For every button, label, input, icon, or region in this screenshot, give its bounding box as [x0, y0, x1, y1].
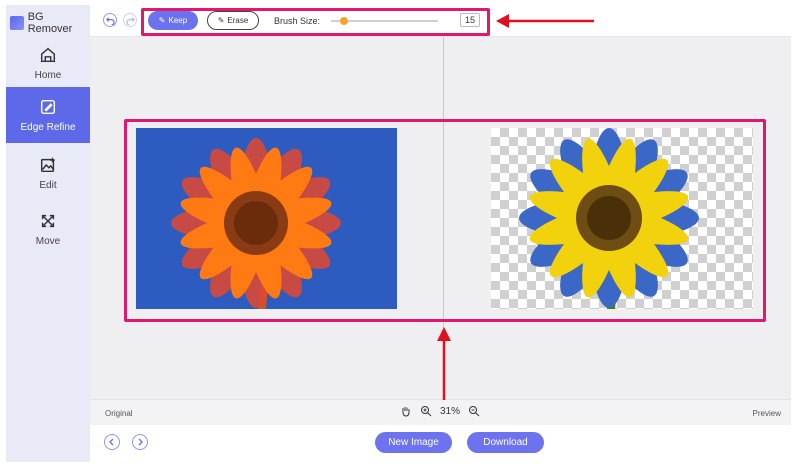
annotation-arrows — [437, 14, 594, 400]
arrow-to-canvas — [437, 327, 451, 400]
arrow-to-toolbar — [496, 14, 594, 28]
